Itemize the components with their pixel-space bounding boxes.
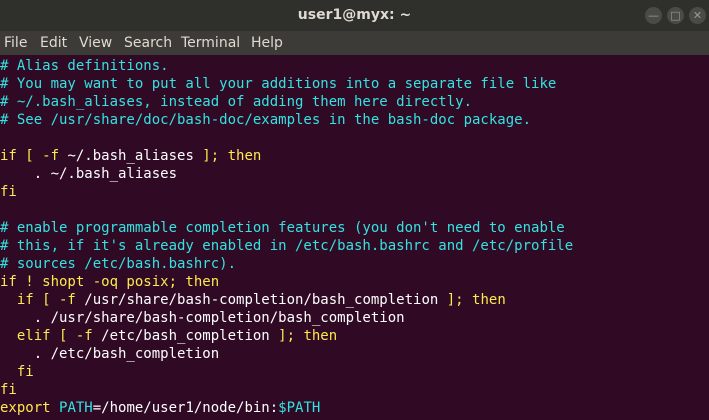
close-icon[interactable]: ✕	[689, 7, 706, 24]
maximize-icon[interactable]: □	[667, 7, 684, 24]
terminal-text-segment: . /usr/share/bash-completion/bash_comple…	[0, 310, 405, 326]
terminal-text-segment: fi	[0, 382, 17, 398]
terminal-line: # You may want to put all your additions…	[0, 75, 556, 93]
terminal-text-segment: export	[0, 400, 60, 416]
terminal-text-segment: fi	[0, 364, 34, 380]
menu-view[interactable]: View	[79, 35, 112, 51]
terminal-line: # this, if it's already enabled in /etc/…	[0, 237, 573, 255]
terminal-text-segment: # Alias definitions.	[0, 58, 169, 74]
menu-help[interactable]: Help	[251, 35, 283, 51]
terminal-text-segment: # this, if it's already enabled in /etc/…	[0, 238, 574, 254]
menu-file[interactable]: File	[4, 35, 27, 51]
terminal-text-segment: if [ -f	[0, 292, 85, 308]
terminal-text-segment: PATH	[59, 400, 93, 416]
menu-search[interactable]: Search	[124, 35, 172, 51]
terminal-line: if [ -f ~/.bash_aliases ]; then	[0, 147, 261, 165]
terminal-line: . /usr/share/bash-completion/bash_comple…	[0, 309, 405, 327]
terminal-line: if ! shopt -oq posix; then	[0, 273, 219, 291]
terminal-line: fi	[0, 381, 17, 399]
terminal-text-segment: elif [ -f	[0, 328, 102, 344]
menu-terminal[interactable]: Terminal	[181, 35, 240, 51]
terminal-text-segment: $PATH	[278, 400, 321, 416]
terminal-text-segment: # See /usr/share/doc/bash-doc/examples i…	[0, 112, 532, 128]
terminal-text-segment: # enable programmable completion feature…	[0, 220, 565, 236]
terminal-line: . ~/.bash_aliases	[0, 165, 177, 183]
terminal-text-segment: ]; then	[269, 328, 338, 344]
minimize-icon[interactable]: —	[645, 7, 662, 24]
terminal-text-segment: ]; then	[193, 148, 262, 164]
terminal-text-segment: /etc/bash_completion	[101, 328, 270, 344]
terminal-line: fi	[0, 363, 34, 381]
terminal-line: if [ -f /usr/share/bash-completion/bash_…	[0, 291, 506, 309]
terminal-line: # enable programmable completion feature…	[0, 219, 565, 237]
terminal-line: # Alias definitions.	[0, 57, 169, 75]
terminal-line: . /etc/bash_completion	[0, 345, 219, 363]
terminal-text-segment: # You may want to put all your additions…	[0, 76, 557, 92]
menu-edit[interactable]: Edit	[40, 35, 67, 51]
terminal-line: elif [ -f /etc/bash_completion ]; then	[0, 327, 337, 345]
terminal-text-segment: . /etc/bash_completion	[0, 346, 220, 362]
terminal-text-segment: /usr/share/bash-completion/bash_completi…	[84, 292, 439, 308]
terminal-text-segment: . ~/.bash_aliases	[0, 166, 178, 182]
terminal-text-segment: =/home/user1/node/bin:	[92, 400, 279, 416]
terminal-text-segment: ~/.bash_aliases	[67, 148, 194, 164]
terminal-text-segment: fi	[0, 184, 17, 200]
terminal-output[interactable]: # Alias definitions. # You may want to pu…	[0, 55, 709, 420]
terminal-line: export PATH=/home/user1/node/bin:$PATH	[0, 399, 320, 417]
window-titlebar[interactable]: user1@myx: ~ — □ ✕	[0, 0, 709, 31]
terminal-line: # sources /etc/bash.bashrc).	[0, 255, 236, 273]
terminal-text-segment: ]; then	[438, 292, 506, 308]
terminal-line: # ~/.bash_aliases, instead of adding the…	[0, 93, 472, 111]
menu-bar: File Edit View Search Terminal Help	[0, 31, 709, 55]
terminal-text-segment: if [ -f	[0, 148, 68, 164]
terminal-text-segment: # ~/.bash_aliases, instead of adding the…	[0, 94, 473, 110]
terminal-line: # See /usr/share/doc/bash-doc/examples i…	[0, 111, 531, 129]
terminal-line: fi	[0, 183, 17, 201]
terminal-text-segment: # sources /etc/bash.bashrc).	[0, 256, 237, 272]
terminal-text-segment: if ! shopt -oq posix; then	[0, 274, 220, 290]
window-title: user1@myx: ~	[297, 7, 412, 23]
